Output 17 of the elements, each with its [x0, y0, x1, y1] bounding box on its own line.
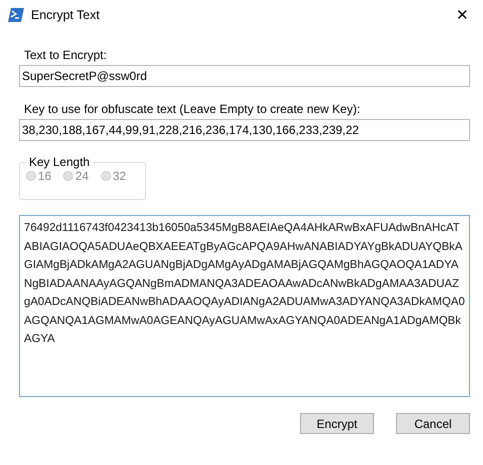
group-title: Key Length	[28, 155, 91, 169]
radio-option[interactable]: 24	[63, 169, 89, 183]
radio-icon[interactable]	[100, 171, 111, 181]
window-title: Encrypt Text	[31, 8, 100, 22]
dialog-button[interactable]: Encrypt	[300, 413, 374, 434]
radio-option[interactable]: 32	[100, 169, 126, 183]
radio-icon[interactable]	[63, 171, 74, 181]
radio-icon[interactable]	[26, 171, 36, 181]
dialog-button[interactable]: Cancel	[396, 413, 470, 434]
input-field[interactable]: 38,230,188,167,44,99,91,228,216,236,174,130,166,233,239,22	[19, 119, 470, 141]
field-label: Text to Encrypt:	[24, 48, 108, 62]
input-field[interactable]: SuperSecretP@ssw0rd	[19, 65, 470, 87]
radio-option[interactable]: 16	[26, 169, 52, 183]
output-text-area[interactable]: 76492d1116743f0423413b16050a5345MgB8AEIAeQA4AHkARwBxAFUAdwBnAHcATABIAGIAOQA5ADUAeQBXAEEATgByAGcAPQA9AHwANABIADYAYgBkADUAYQBkAGIAMgBjADkAMgA2AGUANgBjADgAMgAyADgAMABjAGQAMgBhAGQAOQA1ADYANgBIADAANAAyAGQANgBmADMANQA3ADEAOAAwADcANwBkADgAMAA3ADUAZgA0ADcANQBiADEANwBhADAAOQAyADIANgA2ADUAMwA3ADYANQA3ADkAMQA0AGQANQA1AGMAMwA0AGEANQAyAGUAMwAxAGYANQA0ADEANgA1ADgAMQBkAGYA	[19, 215, 470, 397]
close-button[interactable]: ✕	[448, 4, 477, 26]
field-label: Key to use for obfuscate text (Leave Empty to create new Key):	[24, 102, 362, 116]
powershell-icon	[8, 8, 24, 22]
